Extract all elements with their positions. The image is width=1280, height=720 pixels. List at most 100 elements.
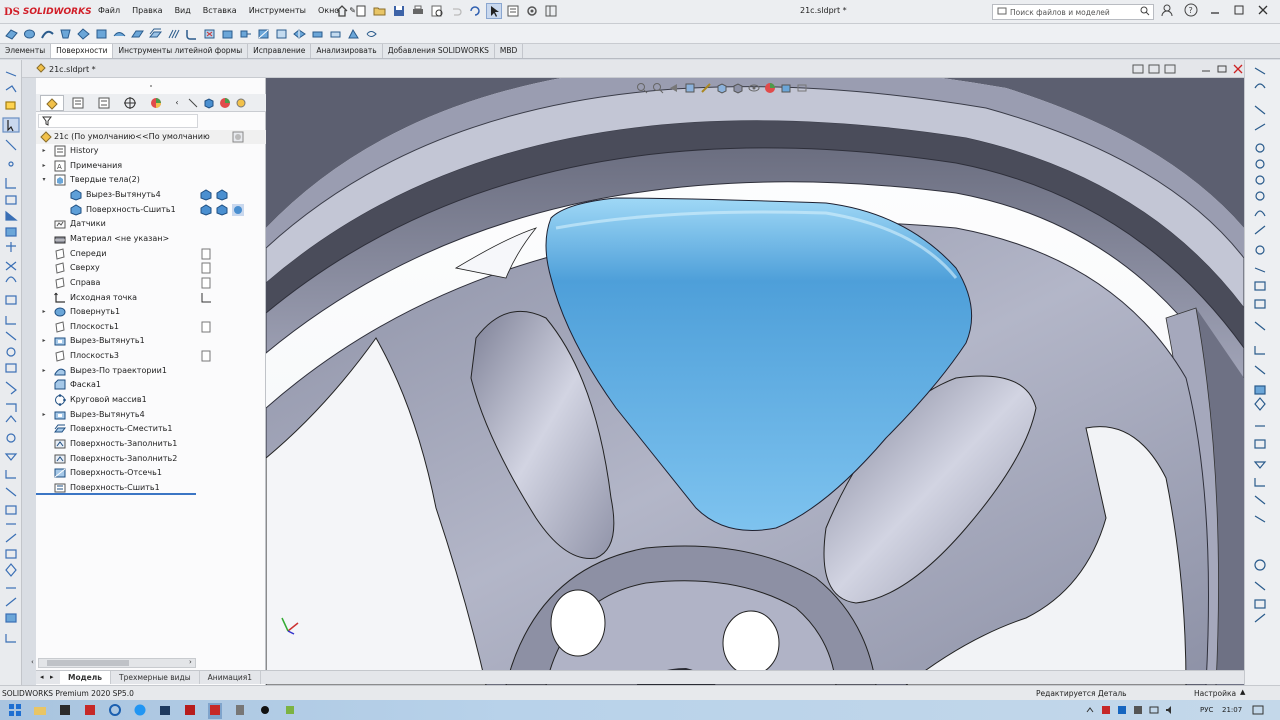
wheel-model[interactable]: [266, 78, 1244, 685]
tree-item[interactable]: Вырез-Вытянуть4: [36, 188, 266, 202]
open-folder-icon[interactable]: [372, 3, 388, 19]
left-toolbar-icons[interactable]: [0, 60, 22, 685]
previous-view-icon[interactable]: [668, 82, 680, 96]
extend-surface-icon[interactable]: [238, 27, 253, 41]
tree-item[interactable]: Поверхность-Заполнить1: [36, 437, 266, 451]
scroll-left-icon[interactable]: ‹: [31, 658, 34, 666]
tree-item[interactable]: Плоскость1: [36, 320, 266, 334]
close-icon[interactable]: [1256, 3, 1270, 19]
menu-view[interactable]: Вид: [169, 6, 197, 15]
task-app-icon[interactable]: [58, 703, 72, 719]
panel-grip[interactable]: [136, 82, 166, 88]
dimxpert-tab-icon[interactable]: [118, 95, 142, 111]
zoom-area-icon[interactable]: [652, 82, 664, 96]
tree-item[interactable]: ▸ Вырез-По траектории1: [36, 364, 266, 378]
fillet-icon[interactable]: [184, 27, 199, 41]
scrollbar-thumb[interactable]: [47, 660, 129, 666]
section-view-icon[interactable]: [684, 82, 696, 96]
replace-face-icon[interactable]: [220, 27, 235, 41]
scroll-right-icon[interactable]: ›: [189, 658, 192, 666]
ruled-surface-icon[interactable]: [166, 27, 181, 41]
explorer-icon[interactable]: [33, 703, 47, 719]
tree-expand-toggle[interactable]: ▸: [40, 411, 48, 419]
revolved-surface-icon[interactable]: [22, 27, 37, 41]
tree-item[interactable]: Поверхность-Сместить1: [36, 422, 266, 436]
cut-with-surface-icon[interactable]: [346, 27, 361, 41]
tab-mbd[interactable]: MBD: [495, 44, 524, 58]
untrim-surface-icon[interactable]: [274, 27, 289, 41]
panel-collapse-icon[interactable]: ‹: [170, 95, 184, 111]
tray-expand-icon[interactable]: [1085, 705, 1095, 717]
doc-restore-icon[interactable]: [1216, 64, 1228, 76]
offset-surface-icon[interactable]: [148, 27, 163, 41]
tile-left-icon[interactable]: [1132, 64, 1144, 76]
task-pane-icons[interactable]: [1245, 60, 1280, 685]
thickened-cut-icon[interactable]: [328, 27, 343, 41]
dynamic-annotation-icon[interactable]: [700, 82, 712, 96]
property-manager-tab-icon[interactable]: [66, 95, 90, 111]
menu-tools[interactable]: Инструменты: [243, 6, 312, 15]
tree-horizontal-scrollbar[interactable]: ‹ ›: [31, 658, 196, 668]
display-manager-tab-icon[interactable]: [144, 95, 168, 111]
options-gear-icon[interactable]: [524, 3, 540, 19]
user-account-icon[interactable]: [1160, 3, 1174, 19]
plane-visibility-icon[interactable]: [200, 321, 212, 333]
document-tab[interactable]: 21c.sldprt *: [36, 63, 96, 75]
plane-visibility-icon[interactable]: [200, 262, 212, 274]
tab-3d-views[interactable]: Трехмерные виды: [111, 671, 200, 684]
minimize-icon[interactable]: [1208, 3, 1222, 19]
boundary-surface-icon[interactable]: [76, 27, 91, 41]
display-state-icon[interactable]: [232, 131, 244, 143]
feature-tree-tab-icon[interactable]: [40, 94, 64, 111]
pdf-app-icon[interactable]: [83, 703, 97, 719]
view-settings-icon[interactable]: [796, 82, 808, 96]
tab-features[interactable]: Элементы: [0, 44, 52, 58]
new-document-icon[interactable]: [353, 3, 369, 19]
tray-app-icon[interactable]: [1101, 705, 1111, 717]
planar-surface-icon[interactable]: [130, 27, 145, 41]
body-cube-icon[interactable]: [216, 189, 228, 201]
tree-item[interactable]: Исходная точка: [36, 291, 266, 305]
tile-right-icon[interactable]: [1148, 64, 1160, 76]
lofted-surface-icon[interactable]: [58, 27, 73, 41]
doc-minimize-icon[interactable]: [1200, 64, 1212, 76]
tree-item[interactable]: Поверхность-Сшить1: [36, 203, 266, 217]
file-properties-icon[interactable]: [505, 3, 521, 19]
zoom-to-fit-icon[interactable]: [636, 82, 648, 96]
app-gray-icon[interactable]: [233, 703, 247, 719]
tree-item[interactable]: ▸ Повернуть1: [36, 305, 266, 319]
hide-show-icon[interactable]: [186, 95, 200, 111]
rollback-bar[interactable]: [36, 493, 196, 495]
thicken-icon[interactable]: [310, 27, 325, 41]
home-icon[interactable]: [334, 3, 350, 19]
tree-item[interactable]: ▸ History: [36, 144, 266, 158]
tab-evaluate[interactable]: Анализировать: [311, 44, 383, 58]
tab-surfaces[interactable]: Поверхности: [51, 44, 114, 58]
network-icon[interactable]: [1149, 705, 1159, 717]
save-icon[interactable]: [391, 3, 407, 19]
swept-surface-icon[interactable]: [40, 27, 55, 41]
plane-visibility-icon[interactable]: [200, 350, 212, 362]
tree-expand-toggle[interactable]: ▸: [40, 147, 48, 155]
view-orientation-icon[interactable]: [716, 82, 728, 96]
tree-item[interactable]: ▸ Вырез-Вытянуть1: [36, 334, 266, 348]
panel-toggle-icon[interactable]: [543, 3, 559, 19]
origin-visibility-icon[interactable]: [200, 292, 212, 304]
display-style-icon[interactable]: [732, 82, 744, 96]
extruded-surface-icon[interactable]: [4, 27, 19, 41]
configuration-manager-tab-icon[interactable]: [92, 95, 116, 111]
maximize-icon[interactable]: [1232, 3, 1246, 19]
body-visibility-icon[interactable]: [200, 189, 212, 201]
volume-icon[interactable]: [1165, 705, 1175, 717]
tree-item[interactable]: Поверхность-Заполнить2: [36, 452, 266, 466]
tree-item[interactable]: Круговой массив1: [36, 393, 266, 407]
body-selected-icon[interactable]: [232, 203, 244, 216]
tab-repair[interactable]: Исправление: [248, 44, 312, 58]
tree-root-part[interactable]: 21c (По умолчанию<<По умолчанию: [36, 130, 266, 144]
clock[interactable]: 21:07: [1222, 706, 1242, 714]
tray-app3-icon[interactable]: [1133, 705, 1143, 717]
tree-expand-toggle[interactable]: ▸: [40, 308, 48, 316]
search-input[interactable]: Поиск файлов и моделей: [992, 4, 1154, 20]
doc-close-icon[interactable]: [1232, 64, 1244, 76]
tree-filter-field[interactable]: [38, 114, 198, 128]
